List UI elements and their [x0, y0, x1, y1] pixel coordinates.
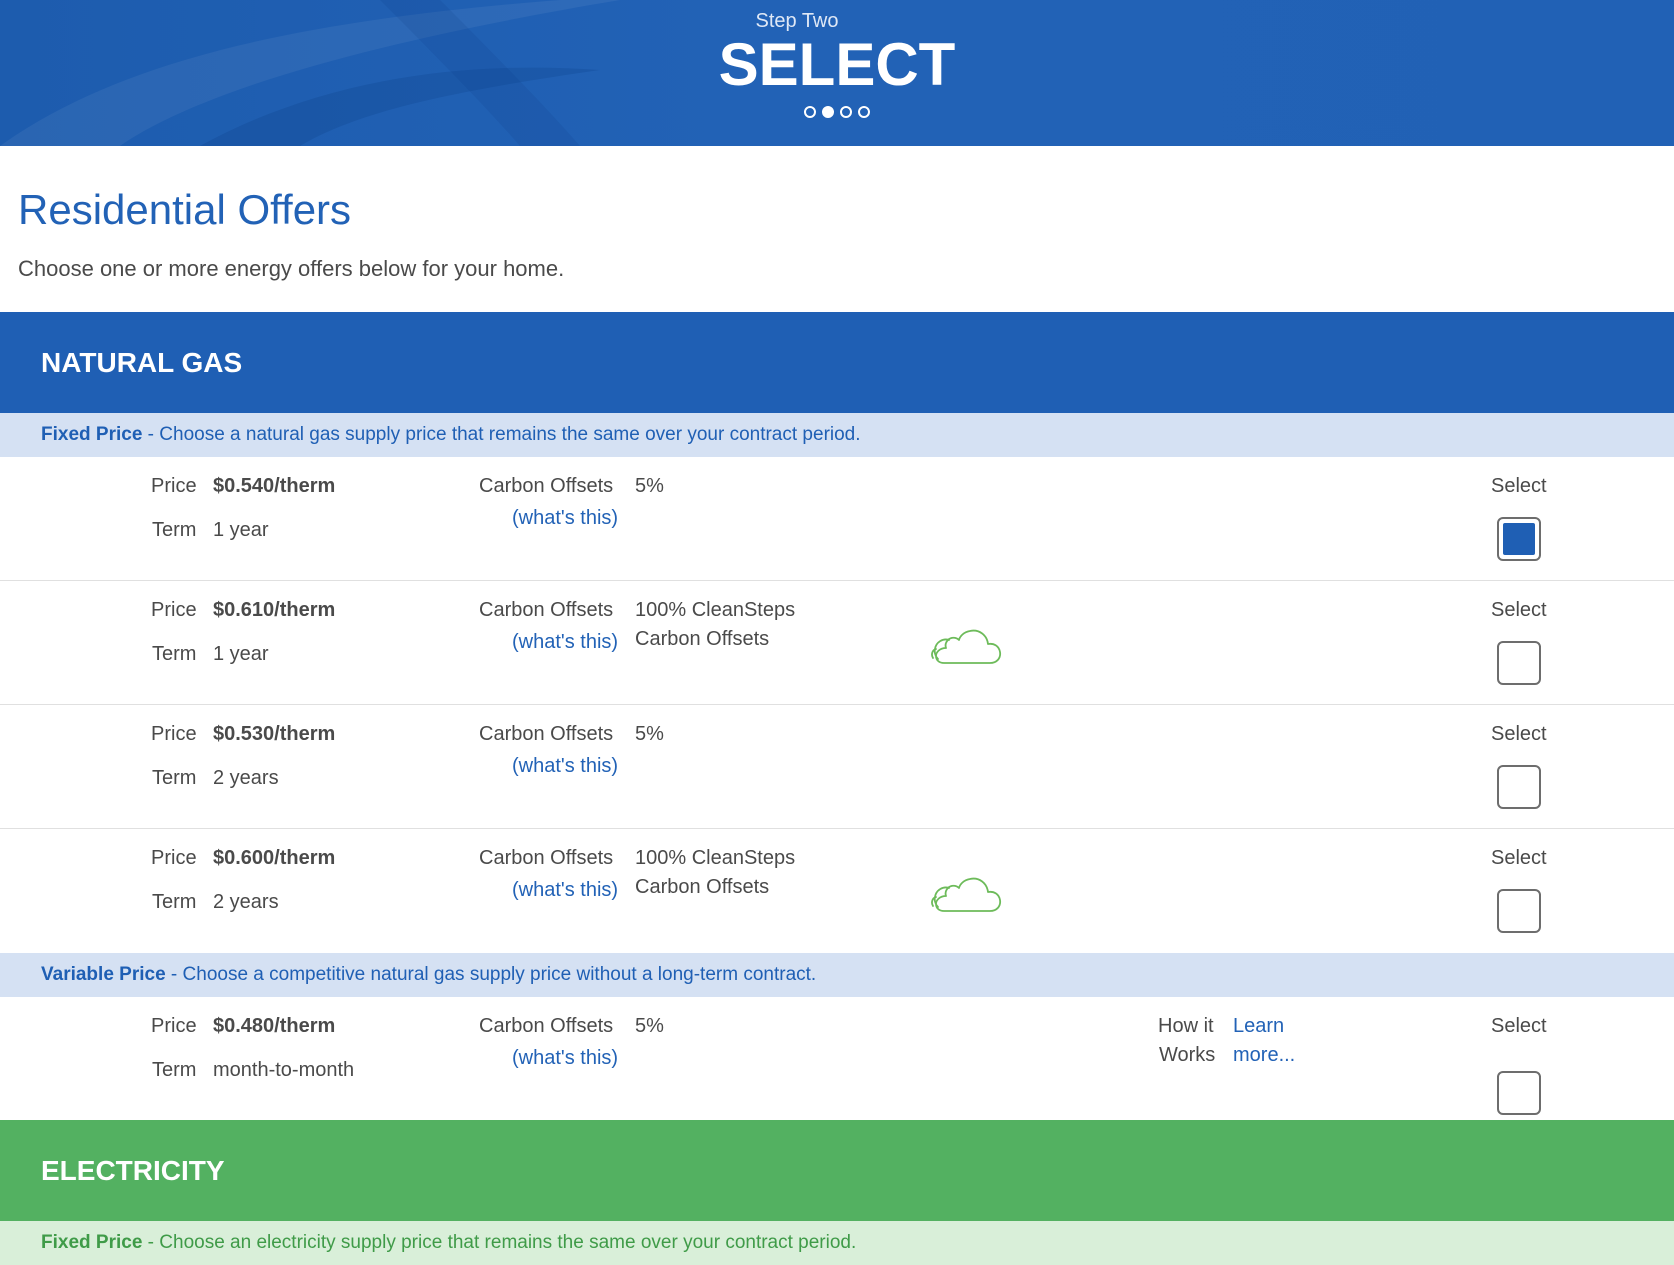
- select-checkbox[interactable]: [1497, 641, 1541, 685]
- carbon-offsets-label: Carbon Offsets: [479, 723, 614, 745]
- cleansteps-cloud-icon: [931, 877, 1002, 912]
- carbon-offsets-label: Carbon Offsets: [479, 1015, 614, 1037]
- term-value: 1 year: [213, 519, 269, 541]
- natural-gas-heading: NATURAL GAS: [0, 312, 1674, 413]
- electric-fixed-price-label: Fixed Price: [41, 1232, 143, 1253]
- select-checkbox[interactable]: [1497, 517, 1541, 561]
- select-label: Select: [1491, 847, 1547, 869]
- step-dot-4: [858, 106, 870, 118]
- term-label: Term: [152, 519, 197, 541]
- step-dot-1: [804, 106, 816, 118]
- term-label: Term: [152, 643, 197, 665]
- price-value: $0.540/therm: [213, 475, 336, 497]
- gas-fixed-price-label: Fixed Price: [41, 424, 143, 445]
- gas-variable-offer-row: Price $0.480/therm Term month-to-month C…: [0, 997, 1674, 1120]
- select-label: Select: [1491, 723, 1547, 745]
- term-value: month-to-month: [213, 1059, 355, 1081]
- term-label: Term: [152, 891, 197, 913]
- how-it-works-label: How it: [1158, 1015, 1214, 1037]
- whats-this-link[interactable]: (what's this): [512, 1047, 618, 1070]
- price-label: Price: [151, 723, 197, 745]
- term-value: 2 years: [213, 891, 279, 913]
- price-value: $0.480/therm: [213, 1015, 336, 1037]
- select-checkbox[interactable]: [1497, 889, 1541, 933]
- intro: Residential Offers Choose one or more en…: [0, 146, 1674, 312]
- carbon-offsets-value: 5%: [635, 723, 664, 745]
- whats-this-link[interactable]: (what's this): [512, 879, 618, 902]
- whats-this-link[interactable]: (what's this): [512, 507, 618, 530]
- carbon-offsets-value-line2: Carbon Offsets: [635, 876, 770, 898]
- select-label: Select: [1491, 1015, 1547, 1037]
- carbon-offsets-label: Carbon Offsets: [479, 599, 614, 621]
- gas-offer-row: Price $0.600/therm Term 2 years Carbon O…: [0, 829, 1674, 953]
- price-label: Price: [151, 599, 197, 621]
- carbon-offsets-value: 100% CleanSteps: [635, 847, 796, 869]
- learn-more-link[interactable]: Learn: [1233, 1015, 1284, 1038]
- step-title: SELECT: [718, 31, 956, 98]
- price-value: $0.530/therm: [213, 723, 336, 745]
- gas-offer-row: Price $0.610/therm Term 1 year Carbon Of…: [0, 581, 1674, 705]
- step-dot-2-current: [822, 106, 834, 118]
- gas-offer-row: Price $0.540/therm Term 1 year Carbon Of…: [0, 457, 1674, 581]
- how-it-works-label-line2: Works: [1159, 1044, 1216, 1066]
- page-subtitle: Choose one or more energy offers below f…: [18, 256, 565, 281]
- select-label: Select: [1491, 475, 1547, 497]
- price-label: Price: [151, 1015, 197, 1037]
- step-progress-dots: [0, 106, 1674, 118]
- select-checkbox[interactable]: [1497, 765, 1541, 809]
- price-value: $0.600/therm: [213, 847, 336, 869]
- carbon-offsets-value-line2: Carbon Offsets: [635, 628, 770, 650]
- price-label: Price: [151, 847, 197, 869]
- price-label: Price: [151, 475, 197, 497]
- select-label: Select: [1491, 599, 1547, 621]
- step-banner: Step Two SELECT: [0, 0, 1674, 146]
- gas-variable-price-description: - Choose a competitive natural gas suppl…: [165, 964, 817, 985]
- term-label: Term: [152, 1059, 197, 1081]
- select-checkbox[interactable]: [1497, 1071, 1541, 1115]
- gas-variable-price-subheading: Variable Price - Choose a competitive na…: [0, 953, 1674, 997]
- learn-more-link-line2[interactable]: more...: [1233, 1044, 1295, 1067]
- carbon-offsets-label: Carbon Offsets: [479, 847, 614, 869]
- electric-fixed-price-subheading: Fixed Price - Choose an electricity supp…: [0, 1221, 1674, 1265]
- page-title: Residential Offers: [18, 186, 352, 233]
- term-label: Term: [152, 767, 197, 789]
- carbon-offsets-value: 5%: [635, 475, 664, 497]
- price-value: $0.610/therm: [213, 599, 336, 621]
- whats-this-link[interactable]: (what's this): [512, 631, 618, 654]
- electric-fixed-price-description: - Choose an electricity supply price tha…: [142, 1232, 857, 1253]
- gas-variable-price-label: Variable Price: [41, 964, 166, 985]
- carbon-offsets-value: 5%: [635, 1015, 664, 1037]
- electricity-heading: ELECTRICITY: [0, 1120, 1674, 1221]
- gas-fixed-price-description: - Choose a natural gas supply price that…: [142, 424, 861, 445]
- carbon-offsets-value: 100% CleanSteps: [635, 599, 796, 621]
- step-dot-3: [840, 106, 852, 118]
- whats-this-link[interactable]: (what's this): [512, 755, 618, 778]
- carbon-offsets-label: Carbon Offsets: [479, 475, 614, 497]
- gas-fixed-price-subheading: Fixed Price - Choose a natural gas suppl…: [0, 413, 1674, 457]
- gas-offer-row: Price $0.530/therm Term 2 years Carbon O…: [0, 705, 1674, 829]
- cleansteps-cloud-icon: [931, 629, 1002, 664]
- term-value: 2 years: [213, 767, 279, 789]
- term-value: 1 year: [213, 643, 269, 665]
